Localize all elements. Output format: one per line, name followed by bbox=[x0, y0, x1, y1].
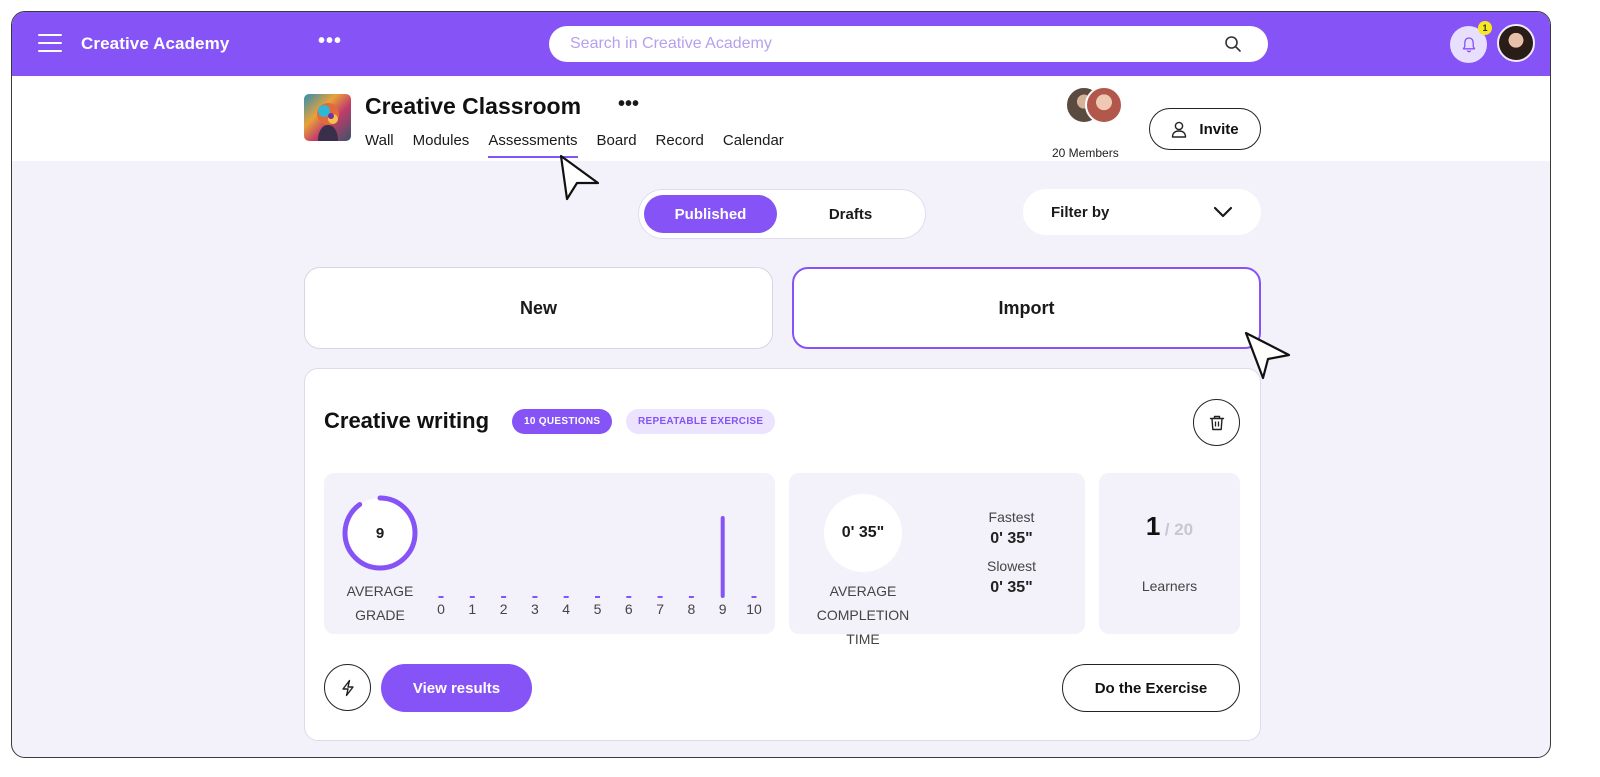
notification-count-badge: 1 bbox=[1478, 21, 1492, 35]
tab-wall[interactable]: Wall bbox=[365, 132, 394, 158]
search-bar bbox=[549, 26, 1268, 62]
class-logo bbox=[304, 94, 351, 141]
learners-label: Learners bbox=[1141, 578, 1198, 594]
fastest-slowest: Fastest 0' 35" Slowest 0' 35" bbox=[964, 507, 1059, 605]
grade-bar-4 bbox=[563, 596, 569, 598]
grade-tick-label: 4 bbox=[562, 601, 570, 617]
grade-tick-label: 1 bbox=[468, 601, 476, 617]
learners-done: 1 bbox=[1145, 511, 1161, 541]
slowest-label: Slowest bbox=[986, 558, 1037, 574]
top-navigation-bar: Creative Academy ••• 1 bbox=[12, 12, 1550, 76]
fastest-label: Fastest bbox=[988, 509, 1035, 525]
grade-bar-0 bbox=[438, 596, 444, 598]
drafts-tab[interactable]: Drafts bbox=[784, 195, 917, 233]
class-more-button[interactable]: ••• bbox=[618, 93, 639, 116]
app-more-button[interactable]: ••• bbox=[318, 30, 342, 53]
filter-dropdown[interactable]: Filter by bbox=[1023, 189, 1261, 235]
new-assessment-button[interactable]: New bbox=[304, 267, 773, 349]
lightning-icon bbox=[341, 679, 354, 696]
published-tab[interactable]: Published bbox=[644, 195, 777, 233]
grade-tick-label: 2 bbox=[500, 601, 508, 617]
members-avatars[interactable] bbox=[1065, 86, 1129, 128]
average-grade-value: 9 bbox=[375, 524, 385, 542]
grade-tick-label: 3 bbox=[531, 601, 539, 617]
delete-button[interactable] bbox=[1193, 399, 1240, 446]
grade-panel: 9 AVERAGE GRADE 0 1 2 3 4 5 6 7 8 9 10 bbox=[324, 473, 775, 634]
grade-tick-label: 0 bbox=[437, 601, 445, 617]
class-header: Creative Classroom ••• Wall Modules Asse… bbox=[12, 76, 1550, 161]
import-assessment-button[interactable]: Import bbox=[792, 267, 1261, 349]
learners-count: 1 / 20 bbox=[1099, 511, 1240, 542]
tab-assessments[interactable]: Assessments bbox=[488, 132, 578, 158]
questions-badge: 10 QUESTIONS bbox=[512, 409, 613, 434]
tab-calendar[interactable]: Calendar bbox=[723, 132, 784, 158]
invite-button[interactable]: Invite bbox=[1149, 108, 1261, 150]
average-grade-label: AVERAGE GRADE bbox=[346, 583, 414, 623]
app-window: Creative Academy ••• 1 bbox=[11, 11, 1551, 758]
brand-name[interactable]: Creative Academy bbox=[81, 34, 229, 54]
assessment-card: Creative writing 10 QUESTIONS REPEATABLE… bbox=[304, 368, 1261, 741]
grade-bar-6 bbox=[626, 596, 632, 598]
average-time-label: AVERAGE COMPLETION TIME bbox=[816, 583, 910, 647]
members-count[interactable]: 20 Members bbox=[1052, 146, 1119, 160]
user-icon bbox=[1172, 121, 1187, 138]
tab-board[interactable]: Board bbox=[597, 132, 637, 158]
view-results-button[interactable]: View results bbox=[381, 664, 532, 712]
hamburger-icon[interactable] bbox=[38, 34, 62, 52]
grade-bar-8 bbox=[688, 596, 694, 598]
assessment-title[interactable]: Creative writing bbox=[324, 408, 489, 434]
grade-tick-label: 9 bbox=[719, 601, 727, 617]
tab-record[interactable]: Record bbox=[656, 132, 704, 158]
member-avatar bbox=[1085, 86, 1123, 124]
do-exercise-button[interactable]: Do the Exercise bbox=[1062, 664, 1240, 712]
grade-bar-1 bbox=[469, 596, 475, 598]
status-segmented-control: Published Drafts bbox=[638, 189, 926, 239]
grade-bar-10 bbox=[751, 596, 757, 598]
grade-tick-label: 5 bbox=[594, 601, 602, 617]
completion-time-panel: 0' 35" AVERAGE COMPLETION TIME Fastest 0… bbox=[789, 473, 1085, 647]
grade-bar-5 bbox=[595, 596, 600, 598]
grade-tick-label: 6 bbox=[625, 601, 633, 617]
grade-bar-9 bbox=[720, 516, 725, 598]
tab-modules[interactable]: Modules bbox=[413, 132, 470, 158]
search-icon[interactable] bbox=[1224, 35, 1242, 53]
learners-total: / 20 bbox=[1164, 520, 1194, 539]
grade-bar-3 bbox=[532, 596, 538, 598]
average-time-value: 0' 35" bbox=[824, 494, 902, 572]
filter-label: Filter by bbox=[1051, 203, 1110, 221]
invite-label: Invite bbox=[1199, 120, 1239, 138]
trash-icon bbox=[1209, 415, 1224, 430]
grade-tick-label: 10 bbox=[746, 601, 762, 617]
chevron-down-icon bbox=[1213, 206, 1233, 218]
grade-tick-label: 7 bbox=[656, 601, 664, 617]
grade-bar-2 bbox=[501, 596, 507, 598]
user-avatar[interactable] bbox=[1497, 24, 1535, 62]
bell-icon bbox=[1462, 37, 1475, 53]
class-title: Creative Classroom bbox=[365, 93, 582, 119]
fastest-value: 0' 35" bbox=[990, 530, 1033, 547]
grade-tick-label: 8 bbox=[688, 601, 696, 617]
grade-bar-7 bbox=[657, 596, 663, 598]
search-input[interactable] bbox=[570, 26, 1210, 62]
quick-action-button[interactable] bbox=[324, 664, 371, 711]
slowest-value: 0' 35" bbox=[990, 579, 1033, 596]
class-tabs: Wall Modules Assessments Board Record Ca… bbox=[365, 132, 803, 158]
grade-distribution-chart: 0 1 2 3 4 5 6 7 8 9 10 bbox=[437, 516, 762, 617]
learners-panel: 1 / 20 Learners bbox=[1099, 473, 1240, 634]
repeatable-badge: REPEATABLE EXERCISE bbox=[626, 409, 776, 434]
